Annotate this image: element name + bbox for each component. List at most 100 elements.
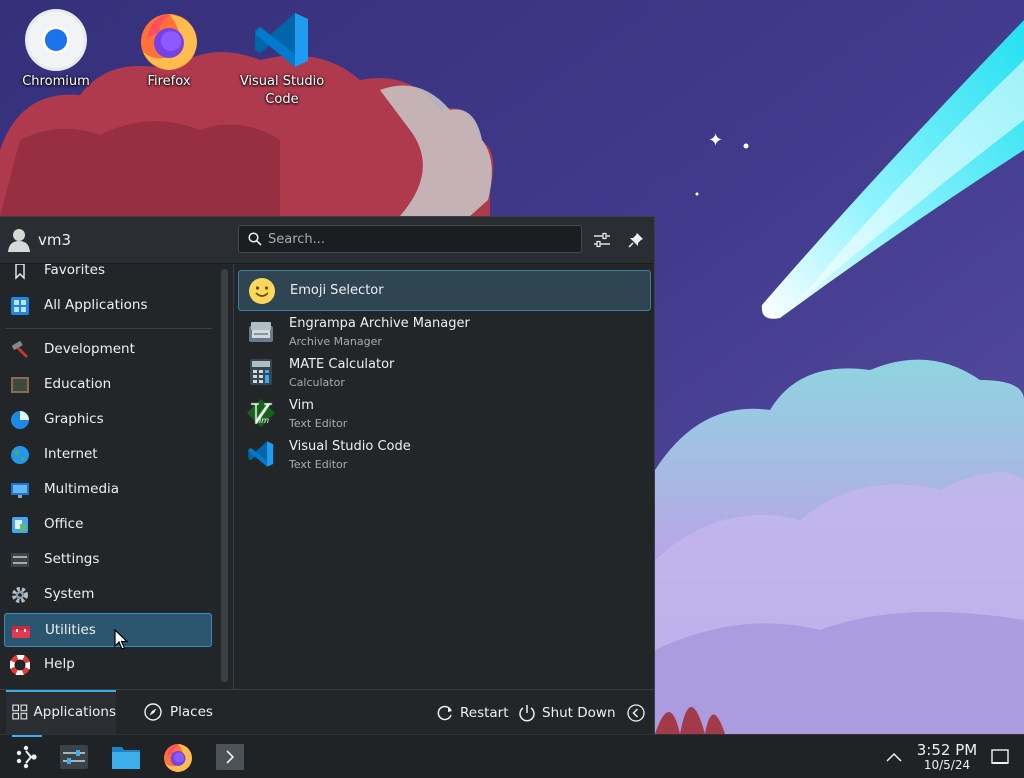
office-icon: [12, 517, 28, 533]
category-sidebar: Favorites All Applications Development E…: [0, 264, 222, 689]
app-description: Archive Manager: [289, 335, 382, 348]
sidebar-item-graphics[interactable]: Graphics: [4, 403, 212, 437]
launcher-footer: Applications Places Restart Shut Down: [0, 689, 654, 736]
sidebar-item-utilities[interactable]: Utilities: [4, 613, 212, 647]
app-name: Engrampa Archive Manager: [289, 316, 470, 331]
desktop-icon-label: Chromium: [22, 74, 90, 89]
sidebar-separator: [6, 328, 212, 329]
app-item-engrampa[interactable]: Engrampa Archive Manager Archive Manager: [238, 311, 651, 352]
app-name: Emoji Selector: [290, 283, 384, 298]
tab-label: Places: [170, 704, 213, 720]
show-desktop-button[interactable]: [980, 737, 1020, 777]
sidebar-item-education[interactable]: Education: [4, 368, 212, 402]
power-icon: [519, 705, 535, 722]
sidebar-item-label: Development: [44, 341, 135, 357]
app-item-visual-studio-code[interactable]: Visual Studio Code Text Editor: [238, 434, 651, 475]
sidebar-item-label: Favorites: [44, 264, 105, 278]
chevron-up-icon: [886, 752, 902, 762]
sidebar-item-label: Graphics: [44, 411, 104, 427]
show-desktop-icon: [991, 749, 1009, 764]
restart-icon: [437, 705, 452, 721]
archive-icon: [249, 322, 273, 342]
mouse-cursor-icon: [114, 629, 129, 650]
terminal-icon: [216, 744, 244, 770]
taskbar-terminal[interactable]: [210, 737, 250, 777]
vim-icon: im: [247, 399, 275, 427]
gear-icon: [12, 587, 28, 603]
sidebar-item-label: Education: [44, 376, 112, 392]
chalkboard-icon: [11, 377, 29, 393]
desktop-icon-vscode[interactable]: Visual Studio Code: [237, 8, 327, 109]
pin-icon: [628, 233, 643, 248]
pin-button[interactable]: [625, 229, 647, 251]
search-input[interactable]: Search...: [238, 225, 582, 253]
application-launcher: vm3 Search... Favorites All Applications…: [0, 216, 655, 736]
app-name: Visual Studio Code: [289, 439, 411, 454]
sidebar-item-label: Utilities: [45, 622, 96, 638]
tab-label: Applications: [33, 704, 116, 720]
system-tray-expander[interactable]: [874, 737, 914, 777]
grid-icon: [11, 297, 29, 315]
tab-places[interactable]: Places: [140, 690, 220, 734]
vscode-icon: [250, 8, 314, 72]
leave-button[interactable]: [626, 702, 646, 724]
sidebar-item-help[interactable]: Help: [4, 648, 212, 682]
sliders-icon: [594, 232, 610, 248]
taskbar-firefox[interactable]: [158, 737, 198, 777]
sidebar-item-label: Office: [44, 516, 84, 532]
sidebar-scrollbar[interactable]: [221, 269, 228, 682]
sidebar-item-system[interactable]: System: [4, 578, 212, 612]
app-description: Text Editor: [289, 417, 348, 430]
sidebar-item-favorites[interactable]: Favorites: [4, 264, 212, 288]
chevron-left-circle-icon: [627, 704, 645, 722]
vscode-icon: [248, 441, 274, 467]
search-icon: [248, 232, 262, 246]
sidebar-item-label: Settings: [44, 551, 100, 567]
emoji-icon: [249, 278, 275, 304]
sidebar-item-settings[interactable]: Settings: [4, 543, 212, 577]
svg-text:im: im: [259, 416, 269, 425]
sidebar-item-label: Multimedia: [44, 481, 120, 497]
clock-date[interactable]: 10/5/24: [912, 758, 982, 772]
sidebar-item-development[interactable]: Development: [4, 333, 212, 367]
graphics-icon: [11, 411, 29, 429]
firefox-icon: [164, 744, 192, 772]
user-name: vm3: [38, 231, 72, 249]
tab-applications[interactable]: Applications: [6, 690, 116, 734]
sidebar-item-office[interactable]: Office: [4, 508, 212, 542]
globe-icon: [11, 446, 29, 464]
svg-text:✦: ✦: [708, 130, 723, 151]
toolbox-icon: [12, 626, 30, 638]
restart-button[interactable]: Restart: [435, 702, 509, 724]
desktop-icon-firefox[interactable]: Firefox: [124, 8, 214, 91]
clock-time[interactable]: 3:52 PM: [912, 741, 982, 759]
taskbar-file-manager[interactable]: [106, 737, 146, 777]
app-launcher-button[interactable]: [6, 737, 46, 777]
folder-icon: [112, 747, 140, 769]
sidebar-item-multimedia[interactable]: Multimedia: [4, 473, 212, 507]
taskbar-system-settings[interactable]: [54, 737, 94, 777]
app-item-vim[interactable]: im Vim Text Editor: [238, 393, 651, 434]
chromium-icon: [24, 8, 88, 72]
restart-label: Restart: [460, 705, 509, 721]
shutdown-button[interactable]: Shut Down: [517, 702, 616, 724]
app-item-mate-calculator[interactable]: MATE Calculator Calculator: [238, 352, 651, 393]
app-item-emoji-selector[interactable]: Emoji Selector: [238, 270, 651, 311]
settings-sliders-icon: [11, 553, 29, 567]
user-avatar-icon[interactable]: [8, 228, 30, 252]
sidebar-item-all-applications[interactable]: All Applications: [4, 289, 212, 323]
sidebar-item-label: System: [44, 586, 95, 602]
bookmark-icon: [15, 264, 25, 280]
desktop-icon-chromium[interactable]: Chromium: [11, 8, 101, 91]
lifebuoy-icon: [10, 655, 30, 675]
monitor-icon: [11, 483, 29, 498]
search-placeholder: Search...: [268, 232, 326, 247]
app-description: Calculator: [289, 376, 345, 389]
panel-divider: [233, 264, 234, 689]
configure-button[interactable]: [591, 229, 613, 251]
desktop-icon-label: Visual Studio Code: [239, 74, 325, 107]
sidebar-item-label: Internet: [44, 446, 98, 462]
sidebar-item-label: All Applications: [44, 297, 148, 313]
sidebar-item-label: Help: [44, 656, 75, 672]
sidebar-item-internet[interactable]: Internet: [4, 438, 212, 472]
